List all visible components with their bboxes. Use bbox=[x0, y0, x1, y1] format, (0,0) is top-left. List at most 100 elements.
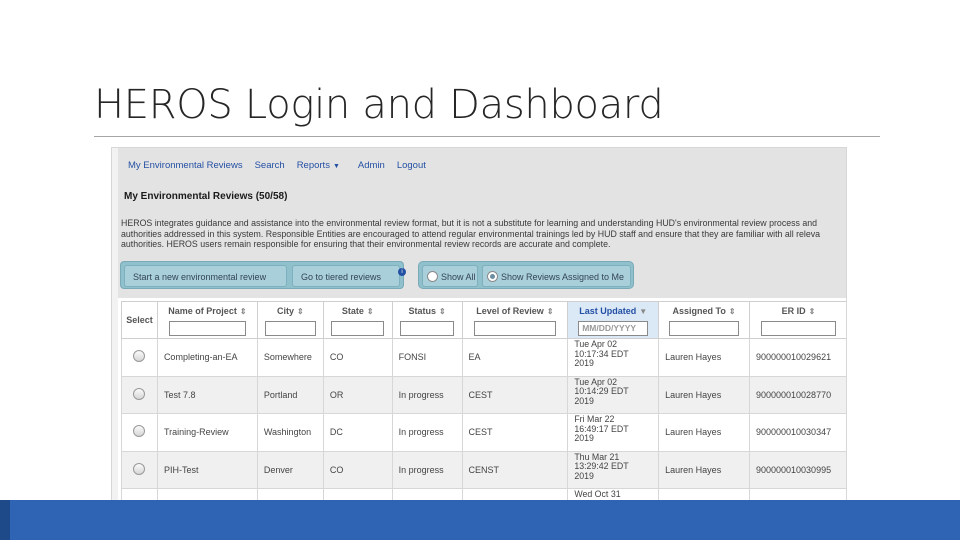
project-name-cell[interactable]: Test 7.8 bbox=[156, 375, 258, 414]
updated-year: 2019 bbox=[574, 433, 594, 443]
nav-search[interactable]: Search bbox=[255, 160, 285, 171]
sort-icon: ⇕ bbox=[438, 307, 446, 316]
table-row[interactable]: Test 7.8 Portland OR In progress CEST Tue Apr… bbox=[121, 375, 846, 414]
col-name-label: Name of Project bbox=[168, 306, 237, 316]
row-radio-icon[interactable] bbox=[133, 387, 146, 400]
col-state-label: State bbox=[341, 306, 364, 316]
left-strip bbox=[112, 148, 118, 529]
sort-icon: ⇕ bbox=[546, 307, 554, 316]
erid-cell: 900000010030995 bbox=[749, 450, 846, 489]
top-nav: My Environmental Reviews Search Reports ▼… bbox=[128, 160, 438, 171]
info-icon[interactable]: i bbox=[398, 268, 406, 276]
city-cell: Portland bbox=[256, 375, 324, 414]
updated-year: 2019 bbox=[574, 470, 594, 481]
project-name-cell[interactable]: PIH-Test bbox=[156, 450, 258, 489]
nav-logout[interactable]: Logout bbox=[397, 160, 426, 171]
show-mine-label: Show Reviews Assigned to Me bbox=[501, 272, 625, 282]
radio-selected-icon bbox=[487, 271, 498, 282]
col-level[interactable]: Level of Review ⇕ bbox=[461, 301, 569, 339]
sort-icon: ⇕ bbox=[808, 307, 816, 316]
state-filter-input[interactable] bbox=[331, 321, 385, 336]
col-city[interactable]: City ⇕ bbox=[256, 301, 324, 339]
updated-cell: Tue Apr 02 10:17:34 EDT 2019 bbox=[567, 338, 660, 377]
row-radio-icon[interactable] bbox=[133, 425, 146, 438]
show-mine-option[interactable]: Show Reviews Assigned to Me bbox=[482, 265, 631, 287]
status-cell: In progress bbox=[391, 413, 463, 452]
updated-year: 2019 bbox=[574, 395, 594, 406]
status-cell: FONSI bbox=[391, 338, 463, 377]
project-name-cell[interactable]: Completing-an-EA bbox=[156, 338, 258, 377]
footer-bar bbox=[0, 500, 960, 540]
nav-my-reviews[interactable]: My Environmental Reviews bbox=[128, 160, 243, 171]
updated-year: 2019 bbox=[574, 358, 594, 368]
updated-cell: Thu Mar 21 13:29:42 EDT 2019 bbox=[567, 450, 660, 489]
sort-desc-icon: ▼ bbox=[639, 307, 648, 316]
status-cell: In progress bbox=[391, 450, 463, 489]
row-radio-icon[interactable] bbox=[133, 350, 146, 363]
col-assigned[interactable]: Assigned To ⇕ bbox=[658, 301, 750, 339]
project-name-cell[interactable]: Training-Review bbox=[156, 413, 258, 452]
table-row[interactable]: Training-Review Washington DC In progress CE… bbox=[121, 413, 846, 452]
nav-reports[interactable]: Reports ▼ bbox=[297, 160, 340, 171]
col-assigned-label: Assigned To bbox=[672, 306, 726, 316]
start-new-review-button[interactable]: Start a new environmental review bbox=[124, 265, 287, 287]
sort-icon: ⇕ bbox=[297, 307, 304, 316]
assigned-cell: Lauren Hayes bbox=[658, 338, 750, 377]
level-cell: CEST bbox=[461, 375, 569, 414]
disclaimer-line: HEROS integrates guidance and assistance… bbox=[121, 218, 818, 228]
col-updated-label: Last Updated bbox=[579, 306, 637, 316]
row-radio-icon[interactable] bbox=[133, 462, 146, 475]
table-header-row: Select Name of Project ⇕ City ⇕ State ⇕ Sta… bbox=[121, 301, 846, 339]
name-filter-input[interactable] bbox=[168, 321, 246, 336]
select-cell[interactable] bbox=[121, 413, 158, 452]
col-select-label: Select bbox=[126, 315, 153, 325]
action-button-group: Start a new environmental review Go to t… bbox=[120, 261, 404, 289]
status-filter-input[interactable] bbox=[400, 321, 454, 336]
col-level-label: Level of Review bbox=[476, 306, 544, 316]
state-cell: OR bbox=[322, 375, 393, 414]
col-erid-label: ER ID bbox=[781, 306, 806, 316]
level-filter-input[interactable] bbox=[474, 321, 556, 336]
disclaimer: HEROS integrates guidance and assistance… bbox=[121, 218, 845, 250]
select-cell[interactable] bbox=[121, 450, 158, 489]
col-erid[interactable]: ER ID ⇕ bbox=[749, 301, 846, 339]
show-all-option[interactable]: Show All bbox=[422, 265, 478, 287]
select-cell[interactable] bbox=[121, 375, 158, 414]
disclaimer-line: authorities. HEROS users remain responsi… bbox=[121, 239, 611, 249]
level-cell: CEST bbox=[461, 413, 569, 452]
state-cell: CO bbox=[322, 338, 393, 377]
col-name[interactable]: Name of Project ⇕ bbox=[156, 301, 258, 339]
table-row[interactable]: PIH-Test Denver CO In progress CENST Thu Mar … bbox=[121, 450, 846, 489]
state-cell: CO bbox=[322, 450, 393, 489]
table-row[interactable]: Completing-an-EA Somewhere CO FONSI EA Tue Ap… bbox=[121, 338, 846, 377]
sort-icon: ⇕ bbox=[728, 307, 736, 316]
assigned-filter-input[interactable] bbox=[669, 321, 740, 336]
erid-cell: 900000010029621 bbox=[749, 338, 846, 377]
city-cell: Somewhere bbox=[256, 338, 324, 377]
nav-admin[interactable]: Admin bbox=[358, 160, 385, 171]
level-cell: EA bbox=[461, 338, 569, 377]
footer-accent bbox=[0, 500, 10, 540]
select-cell[interactable] bbox=[121, 338, 158, 377]
sort-icon: ⇕ bbox=[366, 307, 374, 316]
nav-reports-label: Reports bbox=[296, 160, 330, 171]
state-cell: DC bbox=[322, 413, 393, 452]
erid-filter-input[interactable] bbox=[760, 321, 837, 336]
erid-cell: 900000010028770 bbox=[749, 375, 846, 414]
col-state[interactable]: State ⇕ bbox=[322, 301, 393, 339]
caret-down-icon: ▼ bbox=[332, 163, 340, 170]
goto-tiered-reviews-button[interactable]: Go to tiered reviews bbox=[292, 265, 400, 287]
col-updated[interactable]: Last Updated ▼ MM/DD/YYYY bbox=[567, 301, 660, 339]
date-filter-input[interactable]: MM/DD/YYYY bbox=[578, 321, 649, 336]
city-cell: Washington bbox=[256, 413, 324, 452]
col-city-label: City bbox=[277, 306, 295, 316]
assigned-cell: Lauren Hayes bbox=[658, 375, 750, 414]
sort-icon: ⇕ bbox=[239, 307, 247, 316]
radio-icon bbox=[427, 271, 438, 282]
status-cell: In progress bbox=[391, 375, 463, 414]
col-status[interactable]: Status ⇕ bbox=[391, 301, 463, 339]
review-filter: Show All Show Reviews Assigned to Me bbox=[418, 261, 634, 289]
erid-cell: 900000010030347 bbox=[749, 413, 846, 452]
city-filter-input[interactable] bbox=[265, 321, 316, 336]
col-status-label: Status bbox=[408, 306, 436, 316]
